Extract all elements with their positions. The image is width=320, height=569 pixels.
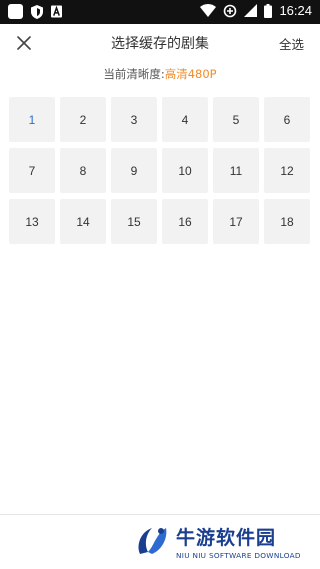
episode-button[interactable]: 16 [162,199,208,244]
square-icon [8,4,23,19]
watermark-text: 牛游软件园 NIU NIU SOFTWARE DOWNLOAD [176,523,301,560]
episode-button[interactable]: 10 [162,148,208,193]
header: 选择缓存的剧集 全选 [0,24,320,62]
status-bar: 16:24 [0,0,320,24]
episode-button[interactable]: 17 [213,199,259,244]
letter-a-icon [51,5,62,18]
quality-value[interactable]: 高清480P [165,67,217,81]
episode-grid: 1 2 3 4 5 6 7 8 9 10 11 12 13 14 15 16 1… [9,97,311,244]
wifi-icon [200,4,217,17]
quality-info: 当前清晰度:高清480P [0,66,320,82]
status-right-icons: 16:24 [200,3,312,18]
episode-button[interactable]: 3 [111,97,157,142]
status-left-icons [8,4,62,19]
episode-button[interactable]: 4 [162,97,208,142]
shield-icon [31,4,43,19]
niuyou-logo-icon [138,528,167,554]
episode-button[interactable]: 12 [264,148,310,193]
battery-saver-icon [224,4,237,17]
episode-button[interactable]: 2 [60,97,106,142]
status-time: 16:24 [279,3,312,18]
episode-button[interactable]: 9 [111,148,157,193]
watermark: 牛游软件园 NIU NIU SOFTWARE DOWNLOAD [134,519,314,563]
battery-icon [264,3,273,18]
watermark-cn: 牛游软件园 [176,526,277,549]
episode-button[interactable]: 15 [111,199,157,244]
episode-button[interactable]: 18 [264,199,310,244]
episode-button[interactable]: 6 [264,97,310,142]
episode-button[interactable]: 5 [213,97,259,142]
episode-button[interactable]: 7 [9,148,55,193]
episode-button[interactable]: 1 [9,97,55,142]
episode-button[interactable]: 11 [213,148,259,193]
episode-button[interactable]: 8 [60,148,106,193]
signal-icon [244,4,258,17]
episode-button[interactable]: 14 [60,199,106,244]
watermark-en: NIU NIU SOFTWARE DOWNLOAD [176,550,301,560]
episode-button[interactable]: 13 [9,199,55,244]
select-all-button[interactable]: 全选 [279,34,304,53]
quality-label: 当前清晰度: [103,67,165,81]
page-title: 选择缓存的剧集 [111,36,209,52]
bottom-divider [0,514,320,515]
